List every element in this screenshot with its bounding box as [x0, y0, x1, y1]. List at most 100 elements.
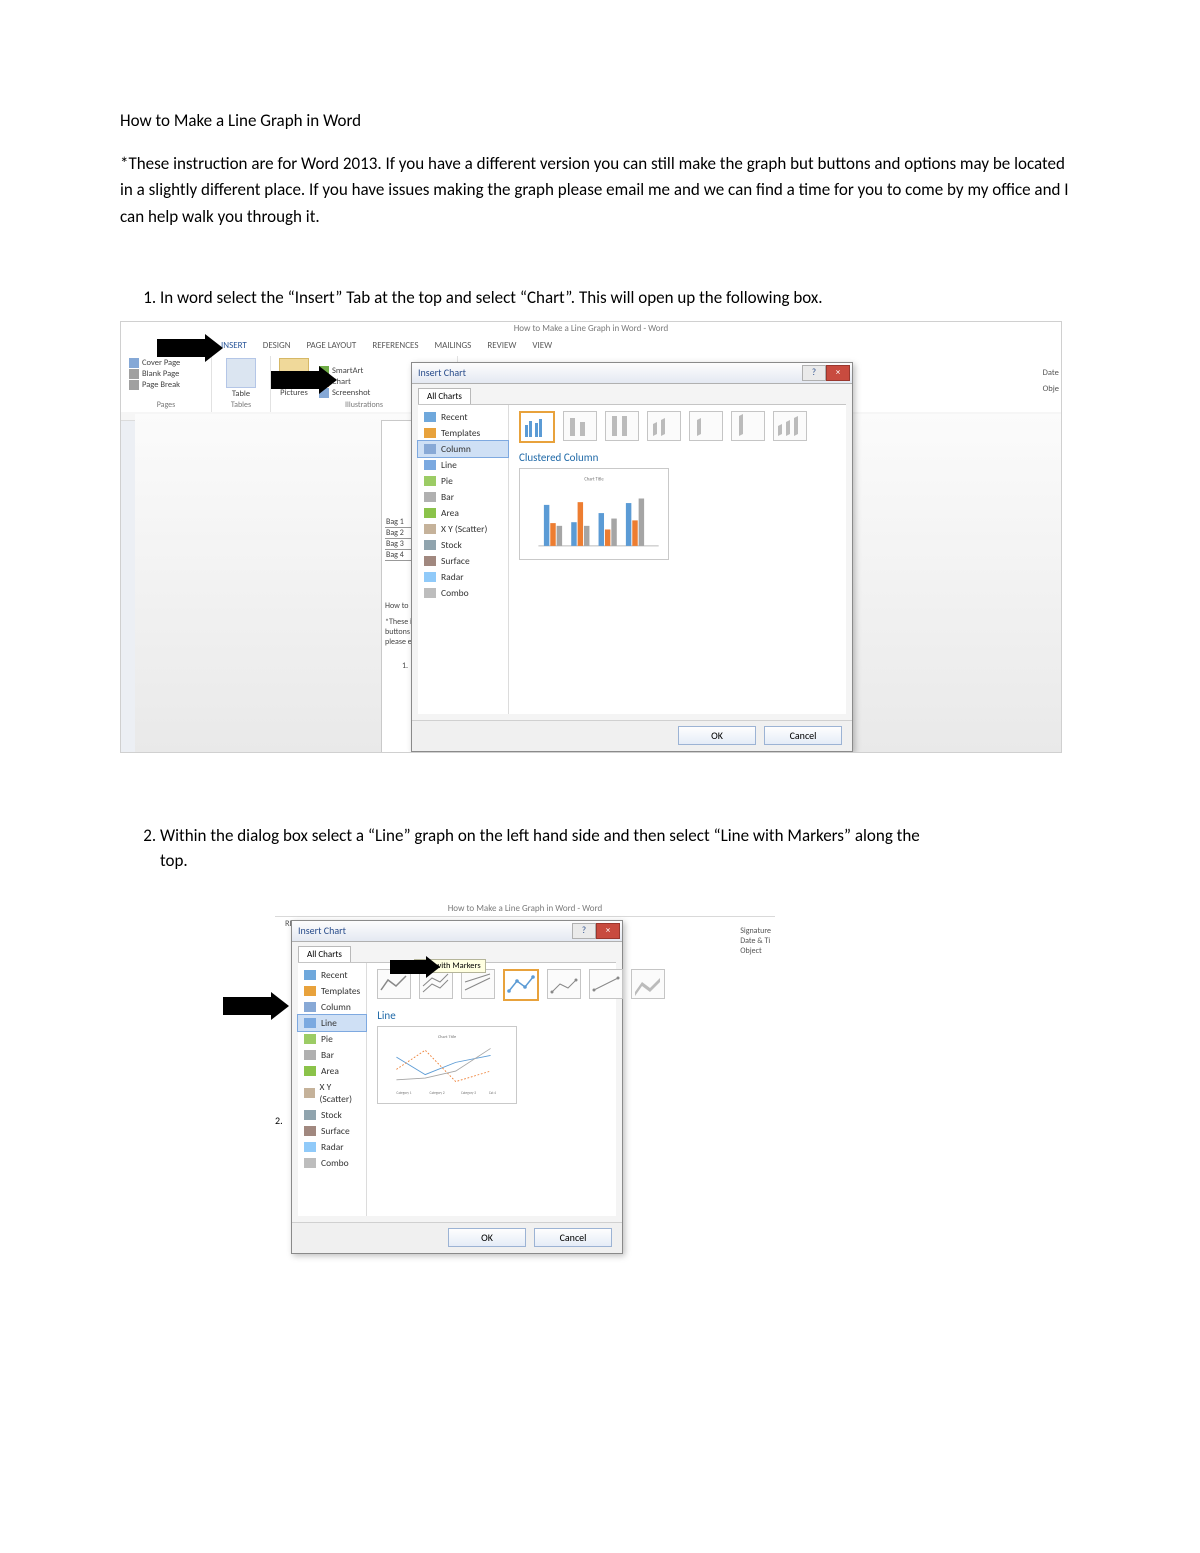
intro-note: *These instruction are for Word 2013. If… — [120, 151, 1080, 230]
subtype-label-2: Line — [377, 1009, 665, 1022]
subtype-3d-column[interactable] — [773, 411, 807, 441]
word-title-bar-2: How to Make a Line Graph in Word - Word — [275, 902, 775, 917]
subtype-line-with-markers[interactable] — [503, 969, 539, 1001]
type-templates[interactable]: Templates — [298, 983, 366, 999]
screenshot-2: How to Make a Line Graph in Word - Word … — [275, 902, 775, 1257]
ribbon-tabs: INSERT DESIGN PAGE LAYOUT REFERENCES MAI… — [121, 336, 1061, 357]
type-combo[interactable]: Combo — [418, 585, 508, 601]
tab-insert[interactable]: INSERT — [221, 340, 247, 351]
type-line[interactable]: Line — [297, 1014, 367, 1032]
type-bar[interactable]: Bar — [418, 489, 508, 505]
tab-design[interactable]: DESIGN — [263, 340, 291, 351]
chart-type-list-2: Recent Templates Column Line Pie Bar Are… — [298, 963, 367, 1216]
page-break-button[interactable]: Page Break — [129, 380, 203, 390]
close-icon[interactable]: × — [826, 365, 850, 381]
cancel-button[interactable]: Cancel — [764, 726, 842, 745]
footer-num: 2. — [275, 1114, 283, 1127]
ok-button[interactable]: OK — [678, 726, 756, 745]
all-charts-tab-2[interactable]: All Charts — [298, 946, 351, 962]
blank-page-button[interactable]: Blank Page — [129, 369, 203, 379]
type-scatter[interactable]: X Y (Scatter) — [418, 521, 508, 537]
subtype-clustered-column[interactable] — [519, 411, 555, 443]
group-tables-label: Tables — [231, 400, 251, 410]
svg-text:Category 1: Category 1 — [397, 1090, 412, 1094]
type-bar[interactable]: Bar — [298, 1047, 366, 1063]
subtype-3d-100-stacked[interactable] — [731, 411, 765, 441]
type-area[interactable]: Area — [418, 505, 508, 521]
subtype-100-stacked-line[interactable] — [461, 969, 495, 999]
type-surface[interactable]: Surface — [418, 553, 508, 569]
all-charts-tab[interactable]: All Charts — [418, 388, 471, 404]
svg-text:Cat 4: Cat 4 — [489, 1090, 496, 1094]
cancel-button[interactable]: Cancel — [534, 1228, 612, 1247]
step-1-text: In word select the “Insert” Tab at the t… — [160, 287, 823, 308]
subtype-3d-line[interactable] — [631, 969, 665, 999]
steps-list: In word select the “Insert” Tab at the t… — [120, 285, 1080, 311]
type-column[interactable]: Column — [417, 440, 509, 458]
subtype-100-stacked-line-markers[interactable] — [589, 969, 623, 999]
dialog-footer: OK Cancel — [412, 720, 852, 751]
type-column[interactable]: Column — [298, 999, 366, 1015]
type-radar[interactable]: Radar — [418, 569, 508, 585]
subtype-3d-clustered[interactable] — [647, 411, 681, 441]
side-labels-2: Signature Date & Ti Object — [740, 926, 771, 956]
tab-references[interactable]: REFERENCES — [372, 340, 418, 351]
dialog-footer-2: OK Cancel — [292, 1222, 622, 1253]
side-labels: Date Obje — [1043, 368, 1059, 394]
tab-review[interactable]: REVIEW — [487, 340, 516, 351]
type-scatter[interactable]: X Y (Scatter) — [298, 1079, 366, 1107]
step-2-text: Within the dialog box select a “Line” gr… — [160, 823, 920, 874]
arrow-to-chart-button — [271, 366, 337, 394]
insert-chart-dialog: Insert Chart ? × All Charts Recent Templ… — [411, 362, 853, 752]
group-pages: Cover Page Blank Page Page Break Pages — [121, 356, 212, 412]
type-radar[interactable]: Radar — [298, 1139, 366, 1155]
line-preview: Chart Title Category 1 Category 2 Category… — [377, 1026, 517, 1104]
dialog-titlebar: Insert Chart ? × — [412, 363, 852, 384]
chart-preview: Chart Title — [519, 468, 669, 560]
dialog-titlebar-2: Insert Chart ? × — [292, 921, 622, 942]
table-icon[interactable] — [226, 358, 256, 388]
arrow-to-insert-tab — [157, 334, 223, 362]
help-icon[interactable]: ? — [572, 923, 596, 939]
type-stock[interactable]: Stock — [298, 1107, 366, 1123]
svg-text:Chart Title: Chart Title — [438, 1035, 456, 1040]
page-title: How to Make a Line Graph in Word — [120, 110, 1080, 131]
help-icon[interactable]: ? — [802, 365, 826, 381]
type-surface[interactable]: Surface — [298, 1123, 366, 1139]
type-pie[interactable]: Pie — [418, 473, 508, 489]
type-area[interactable]: Area — [298, 1063, 366, 1079]
document-page: How to Make a Line Graph in Word *These … — [0, 0, 1200, 1317]
tab-mailings[interactable]: MAILINGS — [434, 340, 471, 351]
subtype-3d-stacked[interactable] — [689, 411, 723, 441]
type-combo[interactable]: Combo — [298, 1155, 366, 1171]
chart-type-list: Recent Templates Column Line Pie Bar Are… — [418, 405, 509, 714]
dialog-main: Clustered Column Chart Title — [509, 405, 846, 714]
group-tables: Table Tables — [212, 356, 271, 412]
subtype-stacked-line-markers[interactable] — [547, 969, 581, 999]
dialog-main-2: Line Chart Title Category 1 Category 2 Cat… — [367, 963, 675, 1216]
column-subtype-row — [519, 411, 836, 443]
type-line[interactable]: Line — [418, 457, 508, 473]
subtype-stacked-column[interactable] — [563, 411, 597, 441]
ok-button[interactable]: OK — [448, 1228, 526, 1247]
subtype-label: Clustered Column — [519, 451, 836, 464]
type-pie[interactable]: Pie — [298, 1031, 366, 1047]
svg-text:Category 3: Category 3 — [461, 1090, 476, 1094]
steps-list-2: Within the dialog box select a “Line” gr… — [120, 823, 1080, 874]
tab-view[interactable]: VIEW — [532, 340, 552, 351]
type-stock[interactable]: Stock — [418, 537, 508, 553]
type-recent[interactable]: Recent — [298, 967, 366, 983]
tab-page-layout[interactable]: PAGE LAYOUT — [307, 340, 357, 351]
step-2: Within the dialog box select a “Line” gr… — [160, 823, 1080, 874]
screenshot-1: How to Make a Line Graph in Word - Word … — [120, 321, 1062, 753]
subtype-100-stacked-column[interactable] — [605, 411, 639, 441]
svg-text:Chart Title: Chart Title — [584, 477, 604, 482]
type-templates[interactable]: Templates — [418, 425, 508, 441]
svg-text:Category 2: Category 2 — [430, 1090, 445, 1094]
table-label: Table — [232, 389, 250, 399]
group-pages-label: Pages — [129, 400, 203, 410]
step-1: In word select the “Insert” Tab at the t… — [160, 285, 1080, 311]
dialog-title: Insert Chart — [418, 366, 466, 379]
close-icon[interactable]: × — [596, 923, 620, 939]
type-recent[interactable]: Recent — [418, 409, 508, 425]
